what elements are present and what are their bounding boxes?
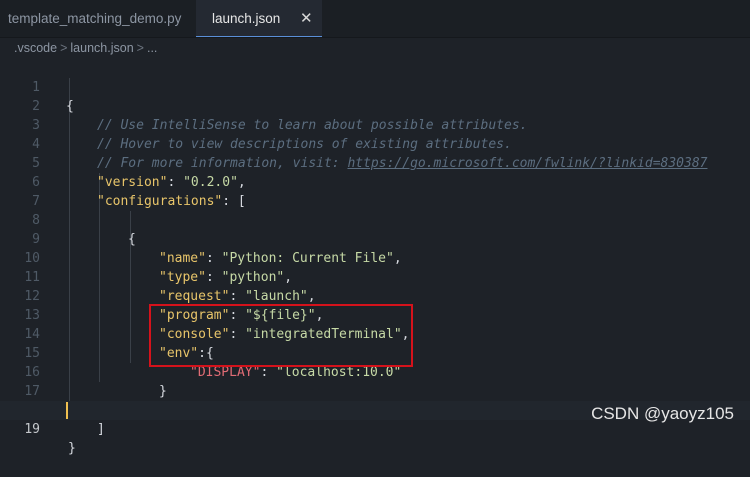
code-line: 3 // Hover to view descriptions of exist… (0, 97, 750, 152)
code-line: 2 // Use IntelliSense to learn about pos… (0, 78, 750, 133)
code-text: } (68, 441, 76, 456)
chevron-right-icon: > (60, 41, 68, 55)
code-line: 11 "request": "launch", (0, 249, 750, 304)
tab-launch-json[interactable]: launch.json ✕ (196, 0, 322, 37)
code-line: 9 "name": "Python: Current File", (0, 211, 750, 266)
code-line: 18 ] (0, 382, 750, 437)
code-line: 8 { (0, 192, 750, 247)
close-icon[interactable]: ✕ (300, 0, 313, 37)
watermark: CSDN @yaoyz105 (591, 404, 734, 423)
highlight-box (149, 304, 413, 367)
line-number: 19 (24, 422, 40, 437)
tab-label: template_matching_demo.py (8, 11, 182, 26)
breadcrumb: .vscode > launch.json >... (14, 39, 157, 57)
chevron-right-icon: > (136, 41, 144, 55)
breadcrumb-file[interactable]: launch.json (70, 41, 133, 55)
code-line: 10 "type": "python", (0, 230, 750, 285)
code-line: 7 (0, 173, 750, 209)
breadcrumb-more[interactable]: ... (147, 41, 157, 55)
tab-label: launch.json (212, 11, 281, 26)
code-line: 12 "program": "${file}", (0, 268, 750, 323)
code-line: 5 "version": "0.2.0", (0, 135, 750, 190)
code-editor[interactable]: 1 { 2 // Use IntelliSense to learn about… (0, 59, 750, 456)
tab-bar: template_matching_demo.py launch.json ✕ (0, 0, 750, 38)
tab-template-matching-demo[interactable]: template_matching_demo.py (0, 0, 196, 37)
text-cursor (66, 402, 68, 419)
code-line: 6 "configurations": [ (0, 154, 750, 209)
code-text: ] (97, 422, 105, 437)
code-line: 4 // For more information, visit: https:… (0, 116, 750, 171)
code-line: 1 { (0, 59, 750, 114)
breadcrumb-folder[interactable]: .vscode (14, 41, 57, 55)
